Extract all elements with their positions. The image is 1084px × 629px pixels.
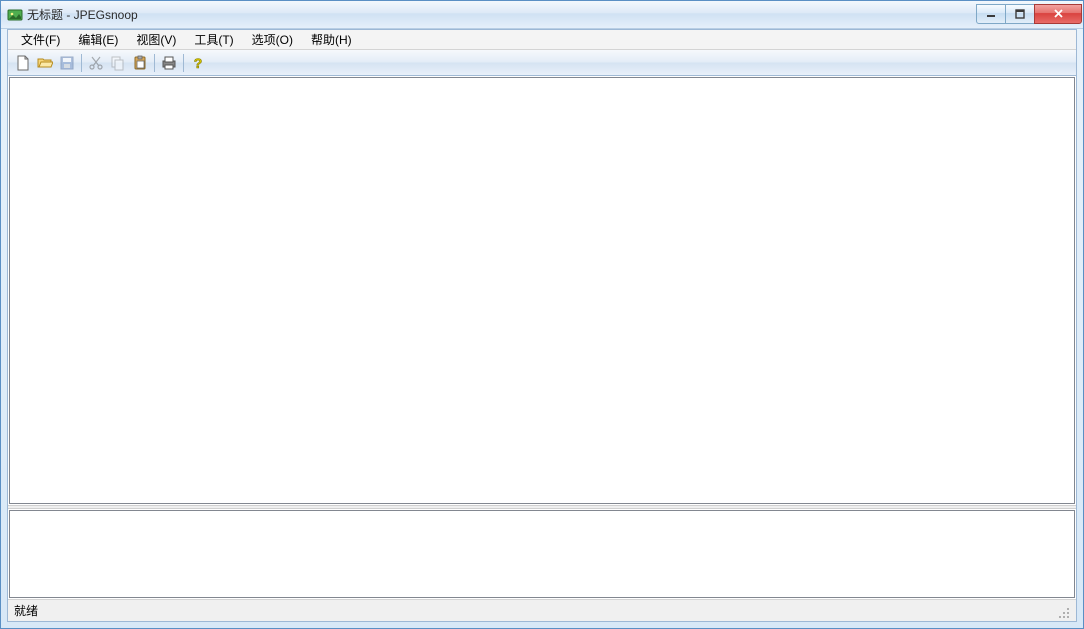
resize-grip-icon[interactable] — [1054, 603, 1070, 619]
menu-view[interactable]: 视图(V) — [127, 29, 185, 50]
app-icon — [7, 7, 23, 23]
printer-icon — [161, 55, 177, 71]
preview-pane[interactable] — [9, 510, 1075, 598]
cut-button[interactable] — [85, 52, 107, 74]
new-file-button[interactable] — [12, 52, 34, 74]
save-button[interactable] — [56, 52, 78, 74]
svg-text:?: ? — [194, 55, 203, 71]
new-file-icon — [15, 55, 31, 71]
help-button[interactable]: ? — [187, 52, 209, 74]
toolbar-separator — [154, 54, 155, 72]
minimize-button[interactable] — [976, 4, 1006, 24]
copy-button[interactable] — [107, 52, 129, 74]
app-window: 无标题 - JPEGsnoop 文件(F) 编辑(E) 视图(V) 工具(T) … — [0, 0, 1084, 629]
menu-edit[interactable]: 编辑(E) — [69, 29, 127, 50]
menubar: 文件(F) 编辑(E) 视图(V) 工具(T) 选项(O) 帮助(H) — [8, 30, 1076, 50]
toolbar-separator — [81, 54, 82, 72]
maximize-button[interactable] — [1005, 4, 1035, 24]
window-title: 无标题 - JPEGsnoop — [27, 6, 138, 23]
horizontal-splitter[interactable] — [8, 505, 1076, 509]
open-folder-icon — [37, 55, 53, 71]
output-pane[interactable] — [9, 77, 1075, 504]
close-button[interactable] — [1034, 4, 1082, 24]
client-area: 文件(F) 编辑(E) 视图(V) 工具(T) 选项(O) 帮助(H) — [7, 29, 1077, 622]
save-icon — [59, 55, 75, 71]
status-text: 就绪 — [14, 602, 38, 619]
print-button[interactable] — [158, 52, 180, 74]
paste-icon — [132, 55, 148, 71]
scissors-icon — [88, 55, 104, 71]
toolbar-separator — [183, 54, 184, 72]
paste-button[interactable] — [129, 52, 151, 74]
menu-help[interactable]: 帮助(H) — [302, 29, 361, 50]
titlebar[interactable]: 无标题 - JPEGsnoop — [1, 1, 1083, 29]
window-controls — [977, 4, 1082, 24]
help-icon: ? — [190, 55, 206, 71]
menu-file[interactable]: 文件(F) — [12, 29, 69, 50]
menu-tools[interactable]: 工具(T) — [185, 29, 242, 50]
copy-icon — [110, 55, 126, 71]
statusbar: 就绪 — [8, 599, 1076, 621]
menu-options[interactable]: 选项(O) — [243, 29, 302, 50]
content-area — [8, 76, 1076, 599]
open-file-button[interactable] — [34, 52, 56, 74]
toolbar: ? — [8, 50, 1076, 76]
